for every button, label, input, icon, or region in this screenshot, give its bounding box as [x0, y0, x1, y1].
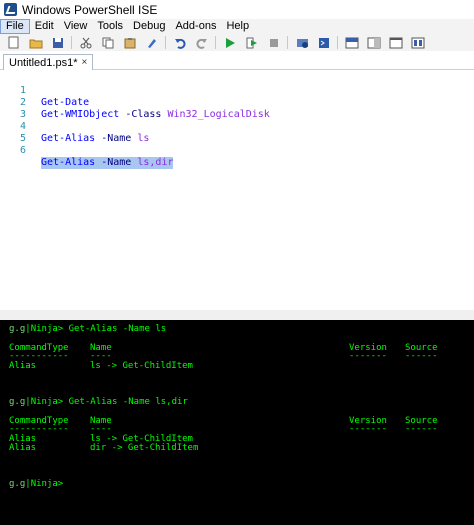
open-icon[interactable] — [28, 36, 44, 50]
tab-strip: Untitled1.ps1* × — [0, 51, 474, 70]
argument: ls — [137, 133, 150, 144]
start-powershell-icon[interactable] — [316, 36, 332, 50]
console-dash-version: ------- — [349, 351, 387, 361]
horizontal-scrollbar[interactable] — [0, 310, 474, 320]
console-prompt-line: g.g|Ninja> Get-Alias -Name ls — [9, 324, 167, 334]
tab-label: Untitled1.ps1* — [9, 56, 78, 69]
parameter: -Class — [125, 109, 162, 120]
toolbar-separator — [337, 36, 338, 49]
code-line: 2 Get-WMIObject -Class Win32_LogicalDisk — [0, 85, 270, 120]
parameter: -Name — [101, 157, 132, 168]
powershell-icon — [4, 3, 17, 16]
toolbar-separator — [287, 36, 288, 49]
save-icon[interactable] — [50, 36, 66, 50]
script-pane-top-icon[interactable] — [344, 36, 360, 50]
code-line: 4 Get-Alias -Name ls — [0, 109, 149, 144]
toolbar-separator — [215, 36, 216, 49]
menu-edit[interactable]: Edit — [30, 19, 59, 34]
cmdlet: Get-Alias — [41, 157, 96, 168]
console-result-type: Alias — [9, 443, 37, 453]
console-prompt-line: g.g|Ninja> Get-Alias -Name ls,dir — [9, 397, 188, 407]
code-line: 1 Get-Date — [0, 73, 89, 108]
menu-bar: File Edit View Tools Debug Add-ons Help — [0, 19, 474, 34]
code-line-selected: 6 Get-Alias -Name ls,dir — [0, 133, 174, 169]
title-bar: Windows PowerShell ISE — [0, 0, 474, 19]
console-command: Get-Alias -Name ls,dir — [68, 397, 188, 407]
script-editor[interactable]: 1 Get-Date 2 Get-WMIObject -Class Win32_… — [0, 70, 474, 310]
argument: ls,dir — [137, 157, 174, 168]
code-line: 3 — [0, 97, 26, 120]
console-dash-source: ------ — [405, 351, 438, 361]
menu-tools[interactable]: Tools — [92, 19, 128, 34]
console-pane[interactable]: g.g|Ninja> Get-Alias -Name ls CommandTyp… — [0, 320, 474, 525]
argument: Win32_LogicalDisk — [167, 109, 270, 120]
menu-file[interactable]: File — [0, 19, 30, 34]
console-dash-source: ------ — [405, 424, 438, 434]
script-pane-right-icon[interactable] — [366, 36, 382, 50]
menu-addons[interactable]: Add-ons — [170, 19, 221, 34]
menu-debug[interactable]: Debug — [128, 19, 170, 34]
line-number: 6 — [19, 145, 26, 156]
copy-icon[interactable] — [100, 36, 116, 50]
toolbar-separator — [71, 36, 72, 49]
console-result-name: dir -> Get-ChildItem — [90, 443, 199, 453]
redo-icon[interactable] — [194, 36, 210, 50]
console-result-name: ls -> Get-ChildItem — [90, 361, 193, 371]
show-command-icon[interactable] — [410, 36, 426, 50]
menu-view[interactable]: View — [59, 19, 93, 34]
console-command: Get-Alias -Name ls — [68, 324, 167, 334]
undo-icon[interactable] — [172, 36, 188, 50]
cut-icon[interactable] — [78, 36, 94, 50]
code-line: 5 — [0, 121, 26, 144]
menu-help[interactable]: Help — [221, 19, 254, 34]
cmdlet: Get-Alias — [41, 133, 96, 144]
parameter: -Name — [101, 133, 132, 144]
clear-icon[interactable] — [144, 36, 160, 50]
new-remote-tab-icon[interactable] — [294, 36, 310, 50]
run-icon[interactable] — [222, 36, 238, 50]
toolbar — [0, 34, 474, 52]
console-prompt-line: g.g|Ninja> — [9, 479, 64, 489]
new-icon[interactable] — [6, 36, 22, 50]
cmdlet: Get-WMIObject — [41, 109, 120, 120]
run-selection-icon[interactable] — [244, 36, 260, 50]
cmdlet: Get-Date — [41, 97, 90, 108]
tab-untitled1[interactable]: Untitled1.ps1* × — [3, 54, 94, 70]
toolbar-separator — [165, 36, 166, 49]
console-result-type: Alias — [9, 361, 37, 371]
close-icon[interactable]: × — [82, 57, 88, 68]
console-dash-version: ------- — [349, 424, 387, 434]
window-title: Windows PowerShell ISE — [22, 2, 158, 17]
stop-icon[interactable] — [266, 36, 282, 50]
selection: Get-Alias -Name ls,dir — [41, 157, 174, 169]
script-pane-maximized-icon[interactable] — [388, 36, 404, 50]
paste-icon[interactable] — [122, 36, 138, 50]
